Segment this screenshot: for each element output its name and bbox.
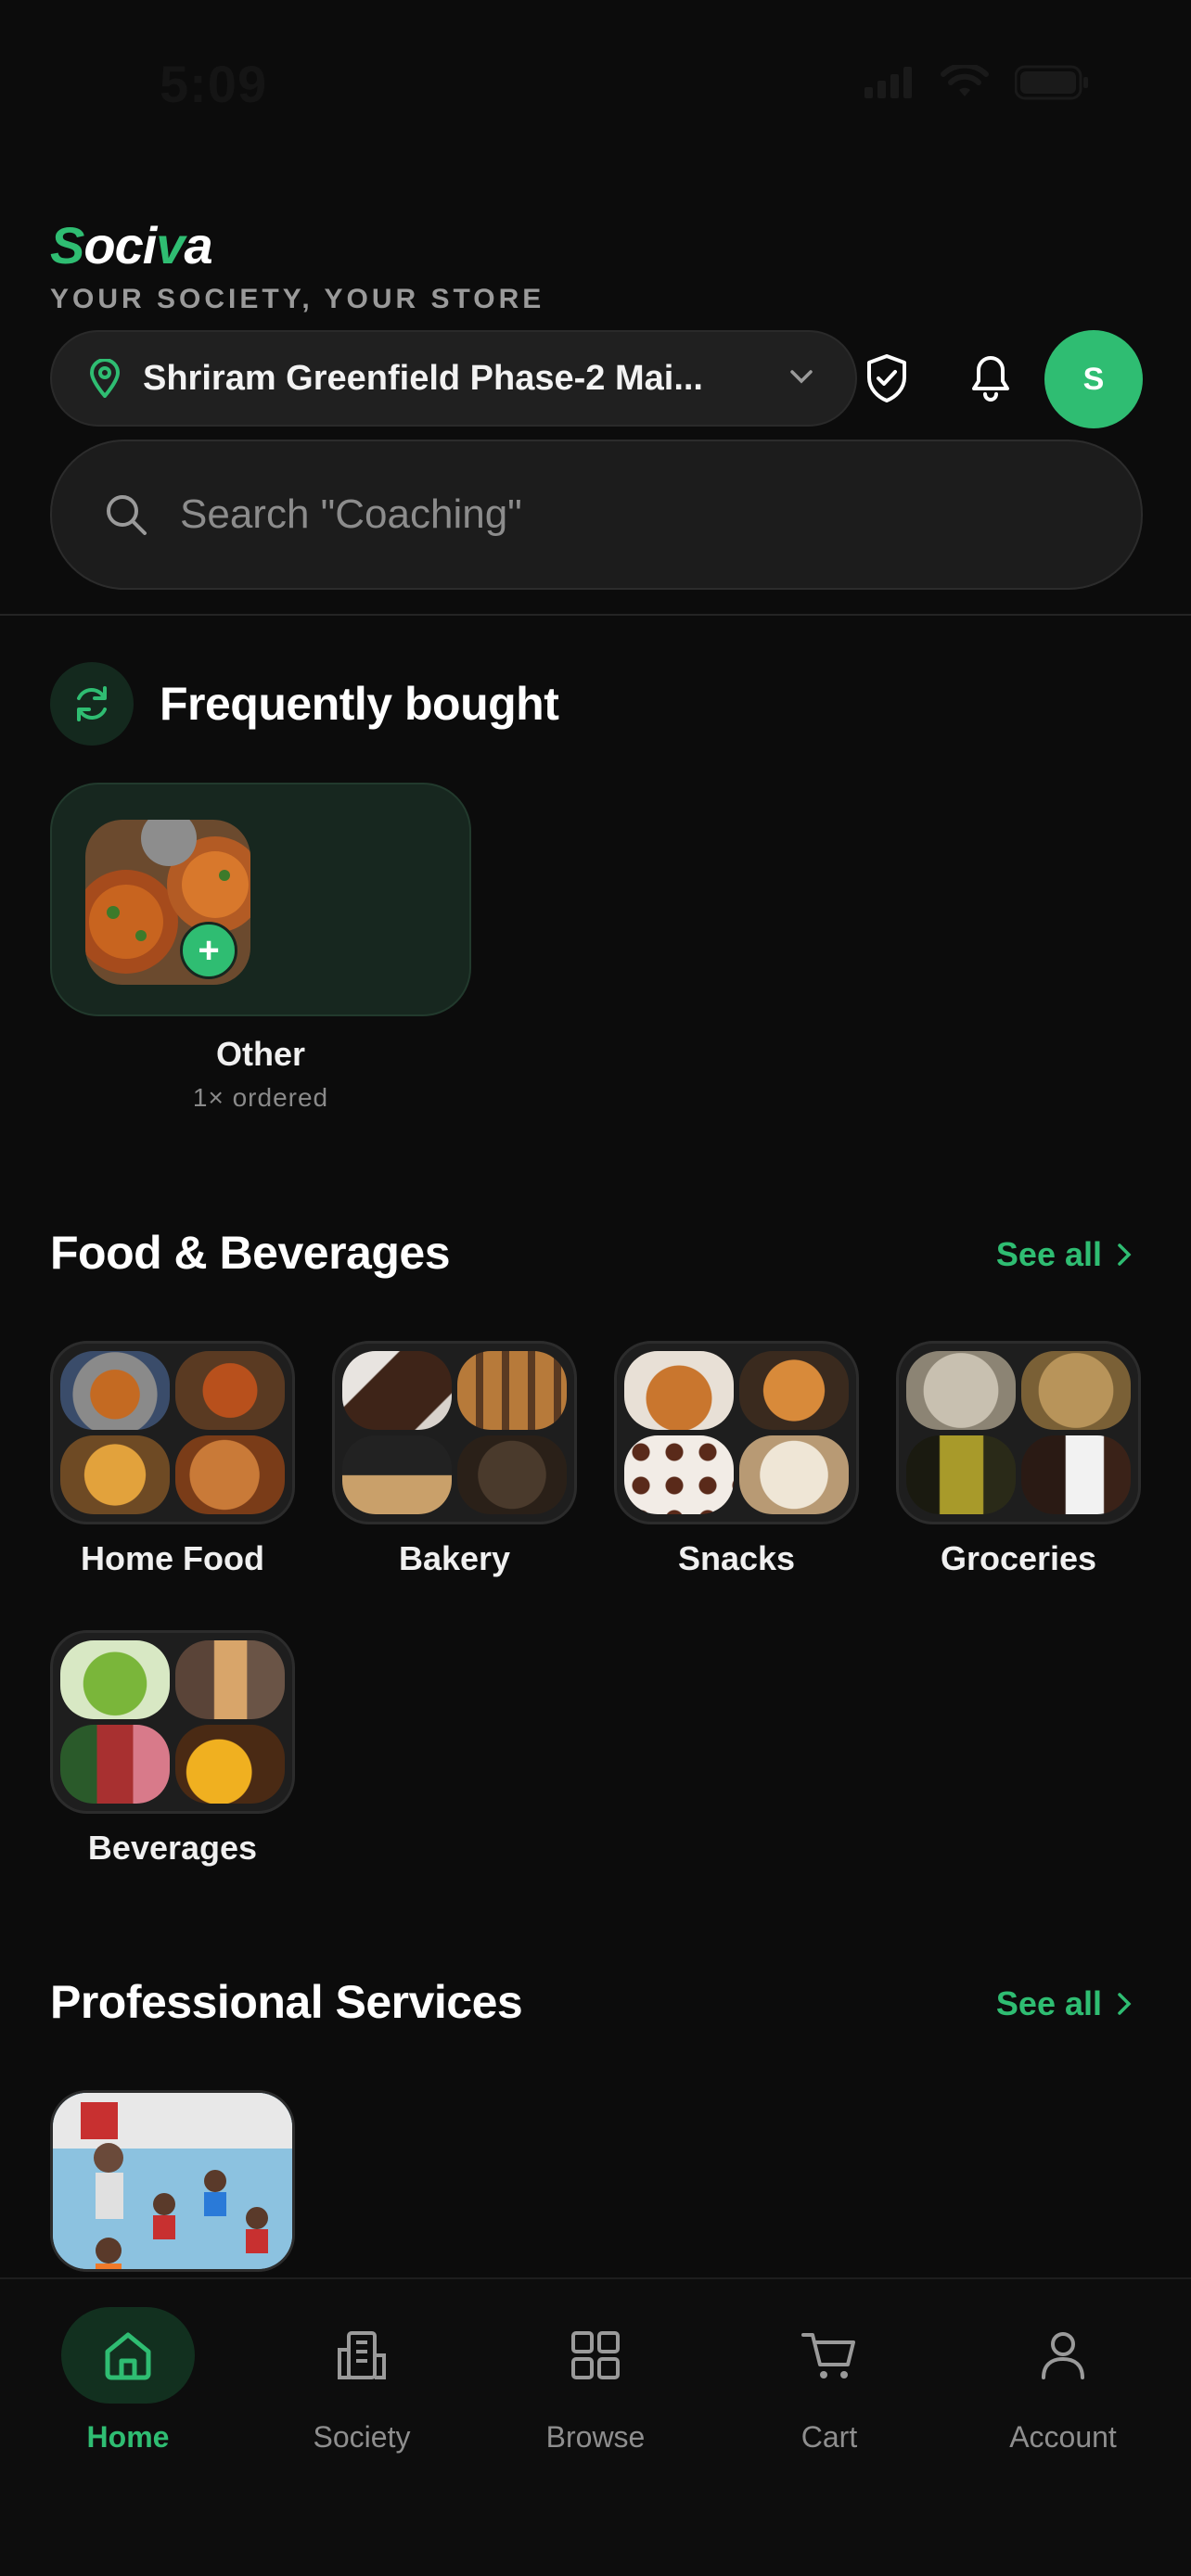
user-icon bbox=[996, 2307, 1130, 2404]
battery-icon bbox=[1015, 65, 1088, 100]
notifications-button[interactable] bbox=[959, 347, 1022, 410]
location-selector[interactable]: Shriram Greenfield Phase-2 Mai... bbox=[50, 330, 857, 427]
tab-label: Browse bbox=[545, 2420, 646, 2454]
category-image bbox=[896, 1341, 1141, 1524]
category-image bbox=[332, 1341, 577, 1524]
signal-icon bbox=[864, 67, 912, 98]
location-pin-icon bbox=[89, 359, 121, 398]
section-title-professional-services: Professional Services bbox=[50, 1976, 523, 2028]
tab-home[interactable]: Home bbox=[35, 2307, 221, 2455]
category-image bbox=[614, 1341, 859, 1524]
category-label: Snacks bbox=[677, 1539, 796, 1577]
refresh-icon bbox=[77, 686, 107, 721]
home-icon bbox=[61, 2307, 195, 2404]
shield-button[interactable] bbox=[855, 347, 918, 410]
category-image bbox=[50, 1341, 295, 1524]
chevron-right-icon bbox=[1118, 1243, 1132, 1266]
avatar[interactable]: S bbox=[1044, 330, 1143, 428]
bottom-tab-bar: Home Society Browse Cart Account bbox=[0, 2277, 1191, 2576]
section-title-food-beverages: Food & Beverages bbox=[50, 1227, 451, 1279]
category-home-food[interactable]: Home Food bbox=[50, 1341, 295, 1578]
tab-cart[interactable]: Cart bbox=[736, 2307, 922, 2455]
category-snacks[interactable]: Snacks bbox=[614, 1341, 859, 1578]
shield-check-icon bbox=[867, 354, 906, 402]
see-all-label: See all bbox=[995, 1984, 1102, 2022]
search-input[interactable]: Search "Coaching" bbox=[180, 491, 522, 538]
add-button[interactable]: + bbox=[180, 922, 237, 979]
status-bar: 5:09 bbox=[0, 0, 1191, 176]
category-groceries[interactable]: Groceries bbox=[896, 1341, 1141, 1578]
cart-icon bbox=[762, 2307, 896, 2404]
bell-icon bbox=[972, 356, 1009, 402]
tab-account[interactable]: Account bbox=[970, 2307, 1156, 2455]
category-beverages[interactable]: Beverages bbox=[50, 1630, 295, 1868]
section-title-frequently-bought: Frequently bought bbox=[160, 678, 559, 730]
status-icons bbox=[864, 65, 1089, 100]
category-image bbox=[50, 1630, 295, 1814]
tab-label: Account bbox=[1009, 2420, 1117, 2454]
status-time: 5:09 bbox=[160, 55, 268, 113]
service-coaching-thumbnail[interactable] bbox=[50, 2090, 295, 2272]
tab-browse[interactable]: Browse bbox=[503, 2307, 688, 2455]
brand-logo: Sociva bbox=[50, 216, 213, 274]
wifi-icon bbox=[941, 65, 989, 96]
location-label: Shriram Greenfield Phase-2 Mai... bbox=[143, 358, 703, 398]
frequent-item-label: Other bbox=[215, 1035, 305, 1073]
grid-icon bbox=[529, 2307, 662, 2404]
category-label: Groceries bbox=[940, 1539, 1097, 1577]
tab-society[interactable]: Society bbox=[269, 2307, 455, 2455]
category-label: Beverages bbox=[87, 1829, 258, 1867]
chevron-down-icon bbox=[790, 370, 813, 384]
building-icon bbox=[295, 2307, 429, 2404]
see-all-services-button[interactable]: See all bbox=[996, 1984, 1132, 2023]
tab-label: Cart bbox=[800, 2420, 858, 2454]
category-label: Home Food bbox=[81, 1539, 264, 1577]
see-all-label: See all bbox=[995, 1235, 1102, 1273]
refresh-badge bbox=[50, 662, 134, 746]
search-icon bbox=[107, 495, 147, 535]
frequent-item-order-count: 1× ordered bbox=[192, 1083, 329, 1112]
header-divider bbox=[0, 614, 1191, 616]
tab-label: Home bbox=[86, 2420, 170, 2454]
category-label: Bakery bbox=[398, 1539, 511, 1577]
search-bar[interactable]: Search "Coaching" bbox=[50, 440, 1143, 590]
see-all-food-button[interactable]: See all bbox=[996, 1235, 1132, 1274]
category-bakery[interactable]: Bakery bbox=[332, 1341, 577, 1578]
frequent-item-card[interactable]: + bbox=[50, 783, 471, 1016]
tab-label: Society bbox=[313, 2420, 411, 2454]
chevron-right-icon bbox=[1118, 1993, 1132, 2015]
tagline: YOUR SOCIETY, YOUR STORE bbox=[50, 284, 545, 314]
